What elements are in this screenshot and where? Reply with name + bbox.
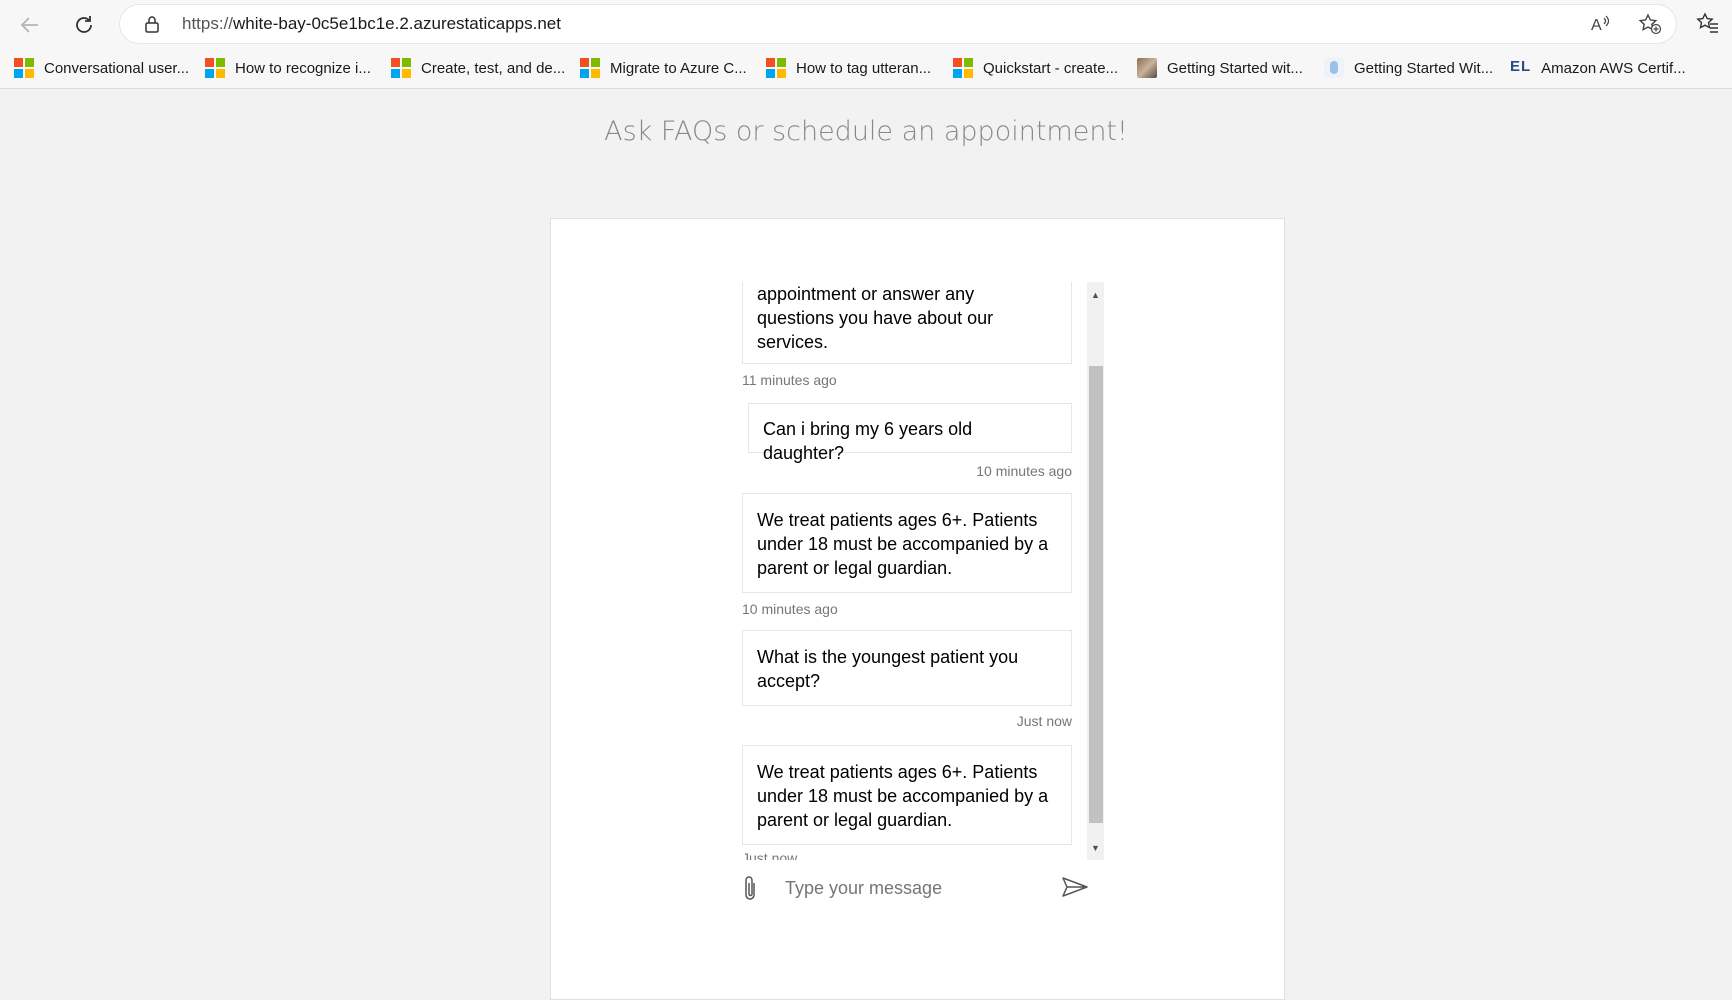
microsoft-logo-icon: [953, 58, 973, 78]
bookmark-label: Migrate to Azure C...: [610, 59, 747, 77]
transcript-scrollbar[interactable]: ▲ ▼: [1087, 282, 1104, 860]
bookmark-label: How to tag utteran...: [796, 59, 932, 77]
bookmark-label: Create, test, and de...: [421, 59, 566, 77]
bot-message: We treat patients ages 6+. Patients unde…: [742, 493, 1072, 593]
message-timestamp: 10 minutes ago: [742, 601, 838, 617]
scrollbar-thumb[interactable]: [1089, 366, 1103, 823]
microsoft-logo-icon: [580, 58, 600, 78]
refresh-icon[interactable]: [68, 9, 100, 41]
bookmark-item[interactable]: Create, test, and de...: [391, 57, 565, 79]
bookmark-item[interactable]: How to tag utteran...: [766, 57, 931, 79]
message-line: What is the youngest patient you: [757, 647, 1019, 667]
message-line: We treat patients ages 6+. Patients: [757, 762, 1038, 782]
message-timestamp: 11 minutes ago: [742, 372, 837, 388]
bookmark-item[interactable]: Getting Started Wit...: [1324, 57, 1493, 79]
bookmark-item[interactable]: Getting Started wit...: [1137, 57, 1303, 79]
bookmark-label: Getting Started wit...: [1167, 59, 1303, 77]
message-line: under 18 must be accompanied by a: [757, 534, 1049, 554]
message-composer: [727, 860, 1104, 914]
chat-transcript[interactable]: appointment or answer any questions you …: [727, 282, 1087, 860]
bookmark-item[interactable]: EL Amazon AWS Certif...: [1510, 57, 1686, 79]
scroll-up-arrow-icon[interactable]: ▲: [1087, 286, 1104, 303]
microsoft-logo-icon: [205, 58, 225, 78]
message-line: parent or legal guardian.: [757, 558, 953, 578]
page-title: Ask FAQs or schedule an appointment!: [604, 116, 1128, 147]
bookmark-item[interactable]: Quickstart - create...: [953, 57, 1118, 79]
bookmark-label: Conversational user...: [44, 59, 190, 77]
bookmark-label: Amazon AWS Certif...: [1541, 59, 1686, 77]
webchat-panel: appointment or answer any questions you …: [727, 282, 1104, 860]
message-line: We treat patients ages 6+. Patients: [757, 510, 1038, 530]
microsoft-logo-icon: [391, 58, 411, 78]
bot-message: appointment or answer any questions you …: [742, 282, 1072, 364]
svg-text:A: A: [1591, 17, 1602, 34]
bookmark-item[interactable]: Migrate to Azure C...: [580, 57, 747, 79]
message-line: accept?: [757, 671, 821, 691]
microsoft-logo-icon: [766, 58, 786, 78]
message-input[interactable]: [783, 874, 1037, 902]
message-line: appointment or answer any: [757, 284, 975, 304]
url-host: white-bay-0c5e1bc1e.2.azurestaticapps.ne…: [233, 14, 561, 33]
el-logo-icon: EL: [1510, 58, 1532, 75]
message-timestamp: 10 minutes ago: [976, 463, 1072, 479]
microsoft-logo-icon: [14, 58, 34, 78]
address-bar[interactable]: https://white-bay-0c5e1bc1e.2.azurestati…: [120, 5, 1676, 43]
page-icon: [1324, 58, 1344, 78]
lock-icon[interactable]: [144, 15, 160, 38]
send-icon[interactable]: [1061, 876, 1089, 903]
thumbnail-icon: [1137, 58, 1157, 78]
message-line: parent or legal guardian.: [757, 810, 953, 830]
message-line: questions you have about our: [757, 308, 994, 328]
url-text[interactable]: https://white-bay-0c5e1bc1e.2.azurestati…: [182, 14, 561, 34]
message-line: services.: [757, 332, 829, 352]
bookmark-label: Quickstart - create...: [983, 59, 1119, 77]
url-scheme: https://: [182, 14, 234, 33]
message-line: Can i bring my 6 years old daughter?: [763, 419, 973, 463]
user-message: What is the youngest patient you accept?: [742, 630, 1072, 706]
bookmark-item[interactable]: Conversational user...: [14, 57, 189, 79]
scroll-down-arrow-icon[interactable]: ▼: [1087, 839, 1104, 856]
add-favorite-icon[interactable]: [1638, 13, 1662, 40]
user-message: Can i bring my 6 years old daughter?: [748, 403, 1072, 463]
bookmark-item[interactable]: How to recognize i...: [205, 57, 371, 79]
paperclip-icon[interactable]: [741, 875, 759, 908]
collections-icon[interactable]: [1696, 12, 1720, 39]
bookmarks-bar: Conversational user... How to recognize …: [0, 48, 1732, 89]
message-timestamp: Just now: [1016, 713, 1072, 729]
read-aloud-icon[interactable]: A: [1590, 14, 1612, 39]
bot-message: We treat patients ages 6+. Patients unde…: [742, 745, 1072, 845]
message-line: under 18 must be accompanied by a: [757, 786, 1049, 806]
bookmark-label: How to recognize i...: [235, 59, 371, 77]
back-arrow-icon[interactable]: [14, 9, 46, 41]
browser-toolbar: https://white-bay-0c5e1bc1e.2.azurestati…: [0, 0, 1732, 48]
bookmark-label: Getting Started Wit...: [1354, 59, 1494, 77]
message-timestamp: Just now: [742, 850, 798, 860]
